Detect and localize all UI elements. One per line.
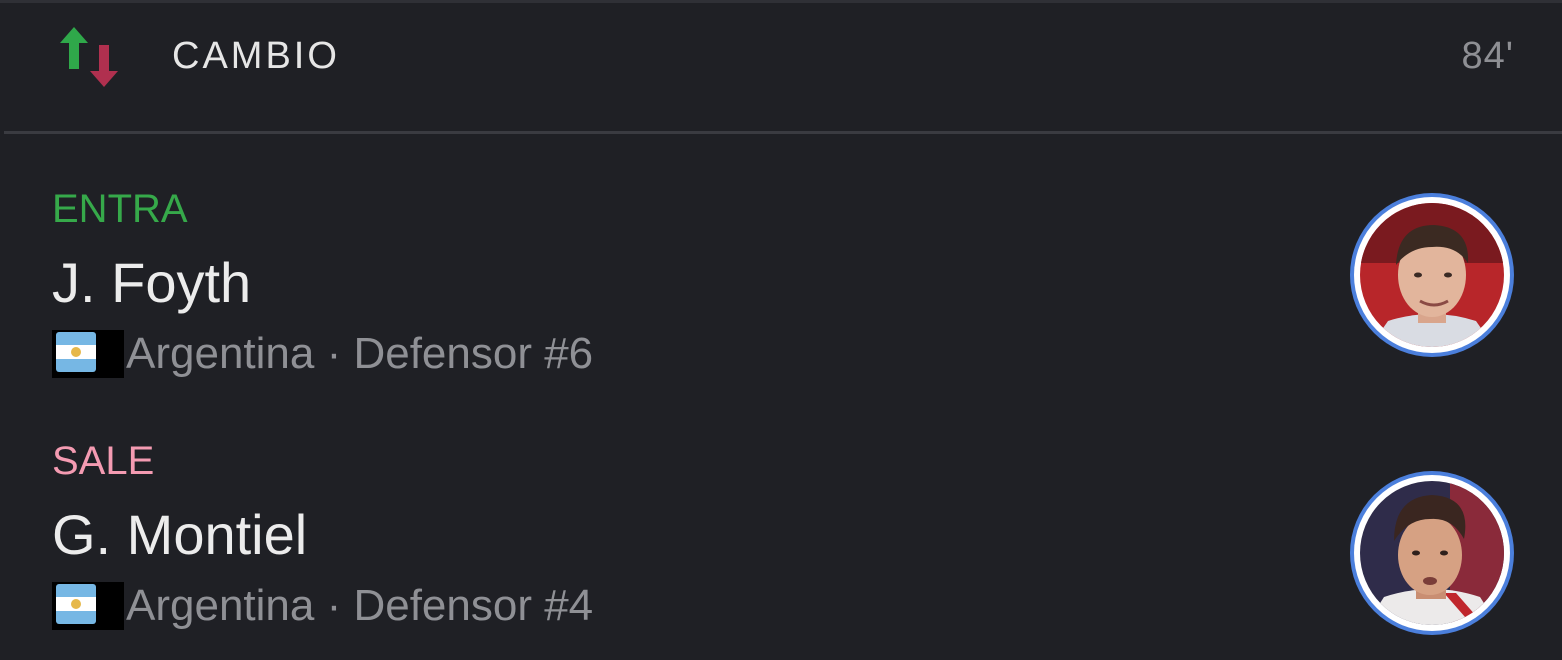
player-out-meta: Argentina · Defensor #4 [52, 581, 593, 631]
substitution-card: CAMBIO 84' ENTRA J. Foyth Argentina · De… [0, 0, 1562, 660]
player-in-details: Argentina · Defensor #6 [126, 329, 594, 378]
player-in-tag: ENTRA [52, 187, 188, 231]
header-divider [4, 131, 1562, 134]
player-out-details: Argentina · Defensor #4 [126, 581, 594, 630]
player-out-avatar[interactable] [1350, 471, 1514, 635]
player-in-avatar[interactable] [1350, 193, 1514, 357]
event-minute: 84' [1461, 35, 1514, 77]
player-in-meta: Argentina · Defensor #6 [52, 329, 593, 379]
card-header: CAMBIO 84' [0, 3, 1562, 133]
swap-arrows-icon [60, 27, 118, 87]
argentina-flag-icon [52, 582, 124, 630]
card-title: CAMBIO [172, 35, 340, 77]
player-out-tag: SALE [52, 439, 155, 483]
player-out-name[interactable]: G. Montiel [52, 501, 307, 569]
argentina-flag-icon [52, 330, 124, 378]
player-in-name[interactable]: J. Foyth [52, 249, 251, 317]
